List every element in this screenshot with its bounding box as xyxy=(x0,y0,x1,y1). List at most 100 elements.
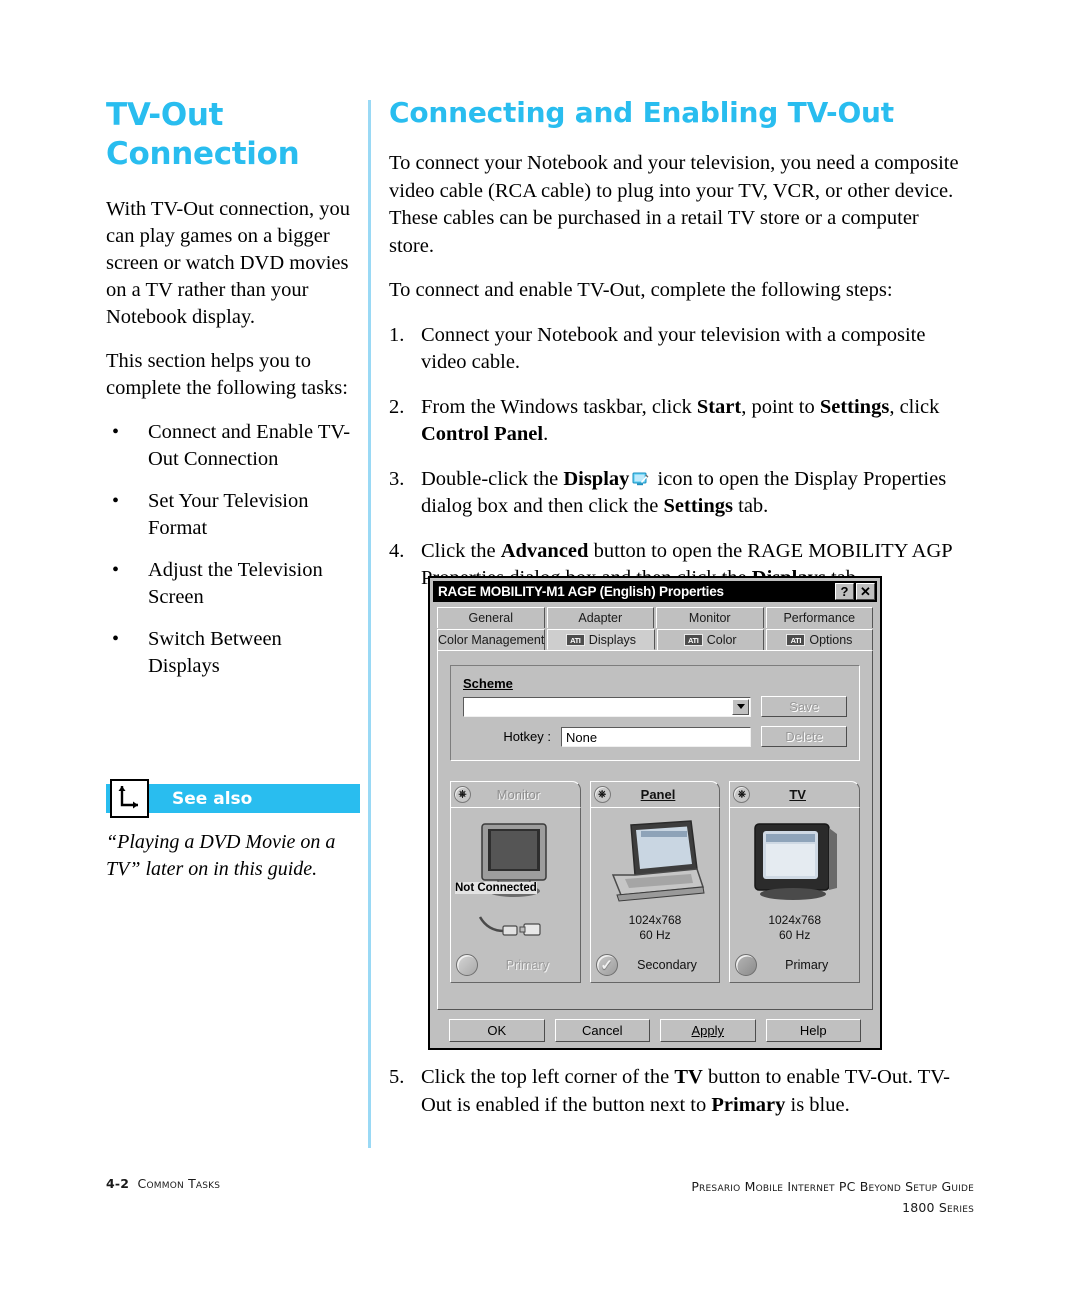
list-item: • Switch Between Displays xyxy=(106,626,356,680)
ok-button[interactable]: OK xyxy=(449,1019,545,1042)
step-number: 1. xyxy=(389,323,405,346)
notebook-icon xyxy=(605,815,705,911)
panel-resolution-value: 1024x768 xyxy=(628,913,682,927)
dialog-tab-strip: General Adapter Monitor Performance Colo… xyxy=(433,602,877,650)
tab-monitor[interactable]: Monitor xyxy=(656,607,764,628)
checkmark-icon: ✓ xyxy=(600,956,613,974)
rage-mobility-properties-dialog: RAGE MOBILITY-M1 AGP (English) Propertie… xyxy=(428,576,882,1050)
footer-series: 1800 Series xyxy=(902,1200,974,1215)
help-icon[interactable]: ? xyxy=(835,583,854,600)
list-item-label: Adjust the Television Screen xyxy=(148,559,323,608)
monitor-role-label: Primary xyxy=(505,958,549,972)
tab-color[interactable]: ATI Color xyxy=(656,629,764,650)
footer-left: 4-2 Common Tasks xyxy=(106,1176,220,1191)
hotkey-row: Hotkey : None Delete xyxy=(463,726,847,747)
scheme-combobox[interactable] xyxy=(463,696,751,717)
page-number: 4-2 xyxy=(106,1176,130,1191)
sidebar-title: TV-Out Connection xyxy=(106,96,356,174)
tab-adapter[interactable]: Adapter xyxy=(546,607,654,628)
step-number: 4. xyxy=(389,539,405,562)
document-page: TV-Out Connection With TV-Out connection… xyxy=(0,0,1080,1296)
tv-primary-row: Primary xyxy=(735,954,854,976)
ati-logo-icon: ATI xyxy=(683,634,703,646)
panel-resolution: 1024x768 60 Hz xyxy=(629,913,682,943)
tab-label: Options xyxy=(809,633,853,647)
dialog-title: RAGE MOBILITY-M1 AGP (English) Propertie… xyxy=(438,584,724,599)
list-item: • Adjust the Television Screen xyxy=(106,557,356,611)
step-number: 5. xyxy=(389,1066,405,1088)
tv-label: TV xyxy=(789,787,806,802)
tv-primary-radio[interactable] xyxy=(735,954,758,976)
footer-guide-title: Presario Mobile Internet PC Beyond Setup… xyxy=(691,1179,974,1194)
see-also-reference-text: “Playing a DVD Movie on a TV” later on i… xyxy=(106,831,336,880)
step-text: Double-click the Display icon to open th… xyxy=(421,467,947,518)
television-icon xyxy=(747,815,843,911)
list-item-label: Connect and Enable TV-Out Connection xyxy=(148,421,351,470)
main-column-continued: 5. Click the top left corner of the TV b… xyxy=(389,1064,967,1136)
tab-displays[interactable]: ATI Displays xyxy=(547,629,655,650)
step-text: Click the top left corner of the TV butt… xyxy=(421,1066,950,1116)
dialog-title-bar: RAGE MOBILITY-M1 AGP (English) Propertie… xyxy=(433,581,877,602)
procedure-step: 2. From the Windows taskbar, click Start… xyxy=(389,394,967,449)
list-item: • Connect and Enable TV-Out Connection xyxy=(106,419,356,473)
delete-button[interactable]: Delete xyxy=(761,726,847,747)
see-also-label: See also xyxy=(172,788,253,809)
panel-secondary-radio[interactable]: ✓ xyxy=(595,954,618,976)
step-text: Connect your Notebook and your televisio… xyxy=(421,323,926,374)
page-title: Connecting and Enabling TV-Out xyxy=(389,96,894,129)
tab-performance[interactable]: Performance xyxy=(765,607,873,628)
monitor-enable-button[interactable]: ⎈ Monitor xyxy=(450,781,581,807)
power-icon[interactable]: ⎈ xyxy=(733,786,751,803)
procedure-step: 5. Click the top left corner of the TV b… xyxy=(389,1064,967,1119)
tab-label: Color Management xyxy=(438,633,545,647)
chevron-down-icon[interactable] xyxy=(732,698,749,715)
hotkey-input[interactable]: None xyxy=(561,726,751,747)
ui-term-advanced: Advanced xyxy=(500,539,589,562)
see-also-banner: See also xyxy=(106,779,360,818)
cancel-button[interactable]: Cancel xyxy=(554,1019,650,1042)
scheme-row: Save xyxy=(463,696,847,717)
scheme-group: Scheme Save Hotkey : None Delete xyxy=(450,665,860,761)
procedure-step-list: 1. Connect your Notebook and your televi… xyxy=(389,322,967,593)
help-button[interactable]: Help xyxy=(765,1019,861,1042)
procedure-step: 3. Double-click the Display icon to open… xyxy=(389,466,967,521)
ui-term-primary: Primary xyxy=(711,1093,786,1116)
sidebar-title-line2: Connection xyxy=(106,136,300,172)
page-footer: 4-2 Common Tasks Presario Mobile Interne… xyxy=(106,1176,974,1218)
monitor-body: Not Connected Primary xyxy=(450,807,581,983)
main-column: Connecting and Enabling TV-Out To connec… xyxy=(389,96,967,610)
tab-general[interactable]: General xyxy=(437,607,545,628)
footer-section: Common Tasks xyxy=(137,1176,221,1191)
tab-color-management[interactable]: Color Management xyxy=(437,629,546,650)
hotkey-label: Hotkey : xyxy=(503,729,551,744)
step-number: 3. xyxy=(389,467,405,490)
ui-term-start: Start xyxy=(696,395,742,418)
list-item: • Set Your Television Format xyxy=(106,488,356,542)
list-item-label: Set Your Television Format xyxy=(148,490,309,539)
ui-term-settings-tab: Settings xyxy=(663,495,734,517)
tv-resolution: 1024x768 60 Hz xyxy=(768,913,821,943)
sidebar-paragraph-2: This section helps you to complete the f… xyxy=(106,350,348,399)
save-button[interactable]: Save xyxy=(761,696,847,717)
tv-body: 1024x768 60 Hz Primary xyxy=(729,807,861,983)
panel-enable-button[interactable]: ⎈ Panel xyxy=(589,781,721,807)
bullet-icon: • xyxy=(112,559,120,581)
power-icon[interactable]: ⎈ xyxy=(593,786,611,803)
close-icon[interactable]: ✕ xyxy=(856,583,875,600)
display-panel-monitor: ⎈ Monitor Not Connected Primary xyxy=(450,781,581,983)
ui-term-display: Display xyxy=(563,467,630,490)
step-text: From the Windows taskbar, click Start, p… xyxy=(421,395,940,446)
sidebar-column: TV-Out Connection With TV-Out connection… xyxy=(106,96,356,695)
tv-enable-button[interactable]: ⎈ TV xyxy=(729,781,861,807)
corner-arrow-icon xyxy=(110,779,149,818)
list-item-label: Switch Between Displays xyxy=(148,628,282,677)
monitor-label: Monitor xyxy=(496,787,541,802)
apply-button[interactable]: Apply xyxy=(660,1019,756,1042)
monitor-primary-radio[interactable] xyxy=(456,954,478,976)
tab-options[interactable]: ATI Options xyxy=(765,629,874,650)
sidebar-paragraph-1: With TV-Out connection, you can play gam… xyxy=(106,198,351,328)
ui-term-tv: TV xyxy=(674,1066,703,1088)
see-also-callout: See also “Playing a DVD Movie on a TV” l… xyxy=(106,779,360,883)
power-icon[interactable]: ⎈ xyxy=(454,786,471,803)
panel-refresh-value: 60 Hz xyxy=(639,928,671,942)
